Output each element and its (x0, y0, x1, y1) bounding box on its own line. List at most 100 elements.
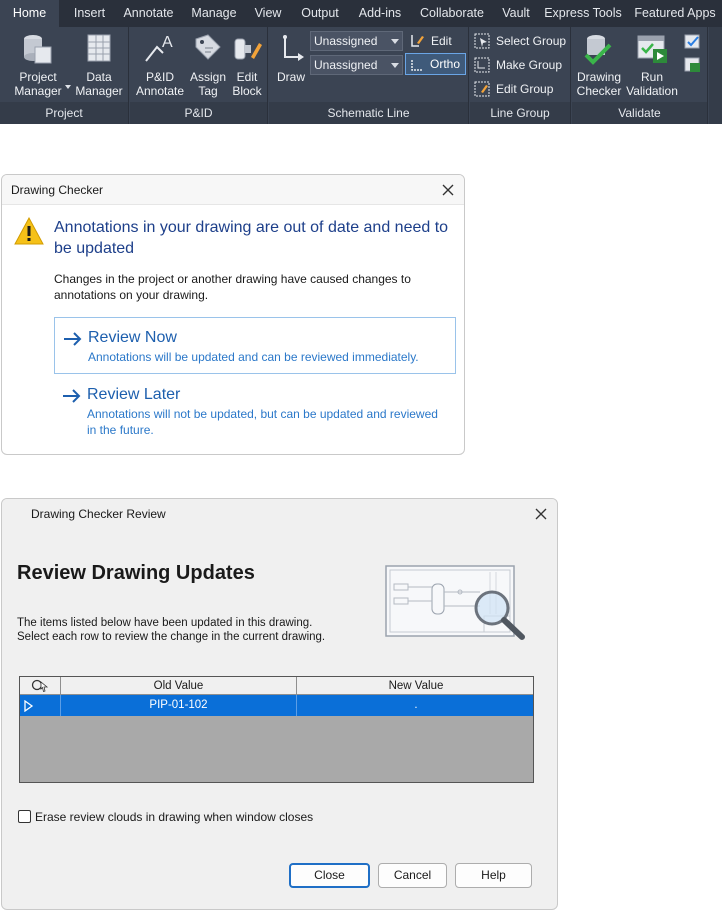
project-manager-icon (24, 35, 52, 64)
review-now-title: Review Now (88, 329, 177, 346)
panel-title-schematic-line: Schematic Line (269, 102, 468, 124)
run-validation-label-2: Validation (626, 84, 678, 98)
edit-group-button[interactable]: Edit Group (474, 78, 570, 100)
panel-project: Project Manager Data Manager Project (0, 27, 129, 124)
line-style-combo-1[interactable]: Unassigned (310, 31, 403, 51)
grid-header-select[interactable] (20, 677, 61, 695)
review-now-desc: Annotations will be updated and can be r… (88, 350, 419, 364)
chevron-down-icon (391, 63, 399, 68)
data-manager-label-2: Manager (75, 84, 123, 98)
drawing-checker-heading: Annotations in your drawing are out of d… (54, 219, 449, 257)
grid-header-old-value[interactable]: Old Value (61, 677, 297, 695)
data-manager-label-1: Data (86, 70, 112, 84)
chevron-down-icon (391, 39, 399, 44)
project-manager-label-2: Manager (14, 84, 62, 98)
erase-clouds-checkbox-box[interactable] (18, 810, 31, 823)
drawing-checker-label-2: Checker (576, 84, 622, 98)
edit-block-button[interactable]: Edit Block (228, 31, 266, 98)
make-group-icon (474, 57, 490, 73)
tab-output[interactable]: Output (293, 0, 347, 27)
select-group-label: Select Group (496, 34, 567, 48)
panel-pid: A P&ID Annotate Assign Tag Edit Block P&… (130, 27, 268, 124)
svg-text:A: A (162, 34, 173, 51)
drawing-checker-button[interactable]: Drawing Checker (574, 31, 624, 98)
ribbon: Home Insert Annotate Manage View Output … (0, 0, 722, 124)
assign-tag-label-2: Tag (198, 84, 218, 98)
review-description: The items listed below have been updated… (17, 616, 377, 644)
data-manager-icon (87, 34, 111, 62)
grid-header-new-value[interactable]: New Value (297, 677, 533, 695)
review-desc-line-1: The items listed below have been updated… (17, 617, 313, 629)
close-icon[interactable] (440, 182, 456, 198)
tab-view[interactable]: View (248, 0, 288, 27)
grid-header: Old Value New Value (20, 677, 533, 695)
make-group-button[interactable]: Make Group (474, 54, 570, 76)
tab-express-tools[interactable]: Express Tools (542, 0, 624, 27)
arrow-right-icon (64, 332, 82, 346)
tab-insert[interactable]: Insert (62, 0, 117, 27)
pid-annotate-label-2: Annotate (135, 84, 185, 98)
tab-annotate[interactable]: Annotate (117, 0, 180, 27)
run-validation-button[interactable]: Run Validation (625, 31, 679, 98)
tab-collaborate[interactable]: Collaborate (413, 0, 491, 27)
draw-button[interactable]: Draw (273, 31, 309, 84)
validation-report-icon[interactable] (684, 57, 702, 73)
select-group-button[interactable]: Select Group (474, 30, 570, 52)
data-manager-button[interactable]: Data Manager (72, 31, 126, 98)
project-manager-label-1: Project (19, 70, 57, 84)
review-now-command[interactable]: Review Now Annotations will be updated a… (54, 317, 456, 374)
project-manager-button[interactable]: Project Manager (6, 31, 70, 98)
select-group-icon (474, 33, 490, 49)
edit-block-label-2: Block (232, 84, 262, 98)
row-selector[interactable] (20, 695, 61, 716)
erase-clouds-label: Erase review clouds in drawing when wind… (35, 810, 314, 824)
ribbon-panels: Project Manager Data Manager Project A P… (0, 27, 722, 124)
draw-label: Draw (276, 70, 305, 84)
schematic-draw-icon (283, 35, 304, 61)
drawing-checker-dialog: Drawing Checker Annotations in your draw… (1, 174, 465, 455)
edit-line-button[interactable]: Edit (409, 30, 465, 52)
review-heading: Review Drawing Updates (17, 562, 255, 584)
tab-home[interactable]: Home (0, 0, 59, 27)
row-pointer-icon (24, 700, 34, 712)
edit-block-label-1: Edit (236, 70, 258, 84)
drawing-checker-icon (584, 35, 612, 65)
close-button[interactable]: Close (289, 863, 370, 888)
tab-featured-apps[interactable]: Featured Apps (630, 0, 720, 27)
row-new-value[interactable]: . (297, 695, 533, 716)
edit-line-icon (411, 35, 424, 47)
tab-manage[interactable]: Manage (182, 0, 246, 27)
review-later-command[interactable]: Review Later Annotations will not be upd… (54, 375, 456, 445)
ortho-icon (411, 60, 422, 71)
make-group-label: Make Group (496, 58, 563, 72)
assign-tag-button[interactable]: Assign Tag (188, 31, 228, 98)
run-validation-label-1: Run (640, 70, 663, 84)
edit-line-label: Edit (431, 34, 452, 48)
pid-annotate-button[interactable]: A P&ID Annotate (132, 31, 188, 98)
panel-overflow (709, 27, 722, 124)
drawing-checker-title: Drawing Checker (2, 175, 464, 205)
row-old-value[interactable]: PIP-01-102 (61, 695, 297, 716)
tab-add-ins[interactable]: Add-ins (352, 0, 408, 27)
tab-vault[interactable]: Vault (494, 0, 538, 27)
review-desc-line-2: Select each row to review the change in … (17, 631, 326, 643)
project-manager-dropdown-icon[interactable] (65, 85, 71, 89)
table-row[interactable]: PIP-01-102 . (20, 695, 533, 716)
panel-line-group: Select Group Make Group Edit Group Line … (470, 27, 571, 124)
ortho-label: Ortho (430, 57, 461, 71)
cancel-button[interactable]: Cancel (378, 863, 447, 888)
drawing-checker-subtext: Changes in the project or another drawin… (54, 272, 411, 302)
validation-settings-icon[interactable] (684, 34, 702, 50)
line-style-combo-2[interactable]: Unassigned (310, 55, 403, 75)
review-later-title: Review Later (87, 386, 181, 403)
drawing-magnifier-icon (385, 565, 525, 640)
assign-tag-label-1: Assign (189, 70, 227, 84)
help-button[interactable]: Help (455, 863, 532, 888)
line-style-combo-2-value: Unassigned (314, 58, 378, 72)
close-icon[interactable] (533, 506, 549, 522)
drawing-checker-label-1: Drawing (576, 70, 621, 84)
ortho-toggle[interactable]: Ortho (405, 53, 466, 75)
warning-icon (14, 217, 44, 245)
panel-title-pid: P&ID (130, 102, 267, 124)
edit-group-label: Edit Group (496, 82, 554, 96)
